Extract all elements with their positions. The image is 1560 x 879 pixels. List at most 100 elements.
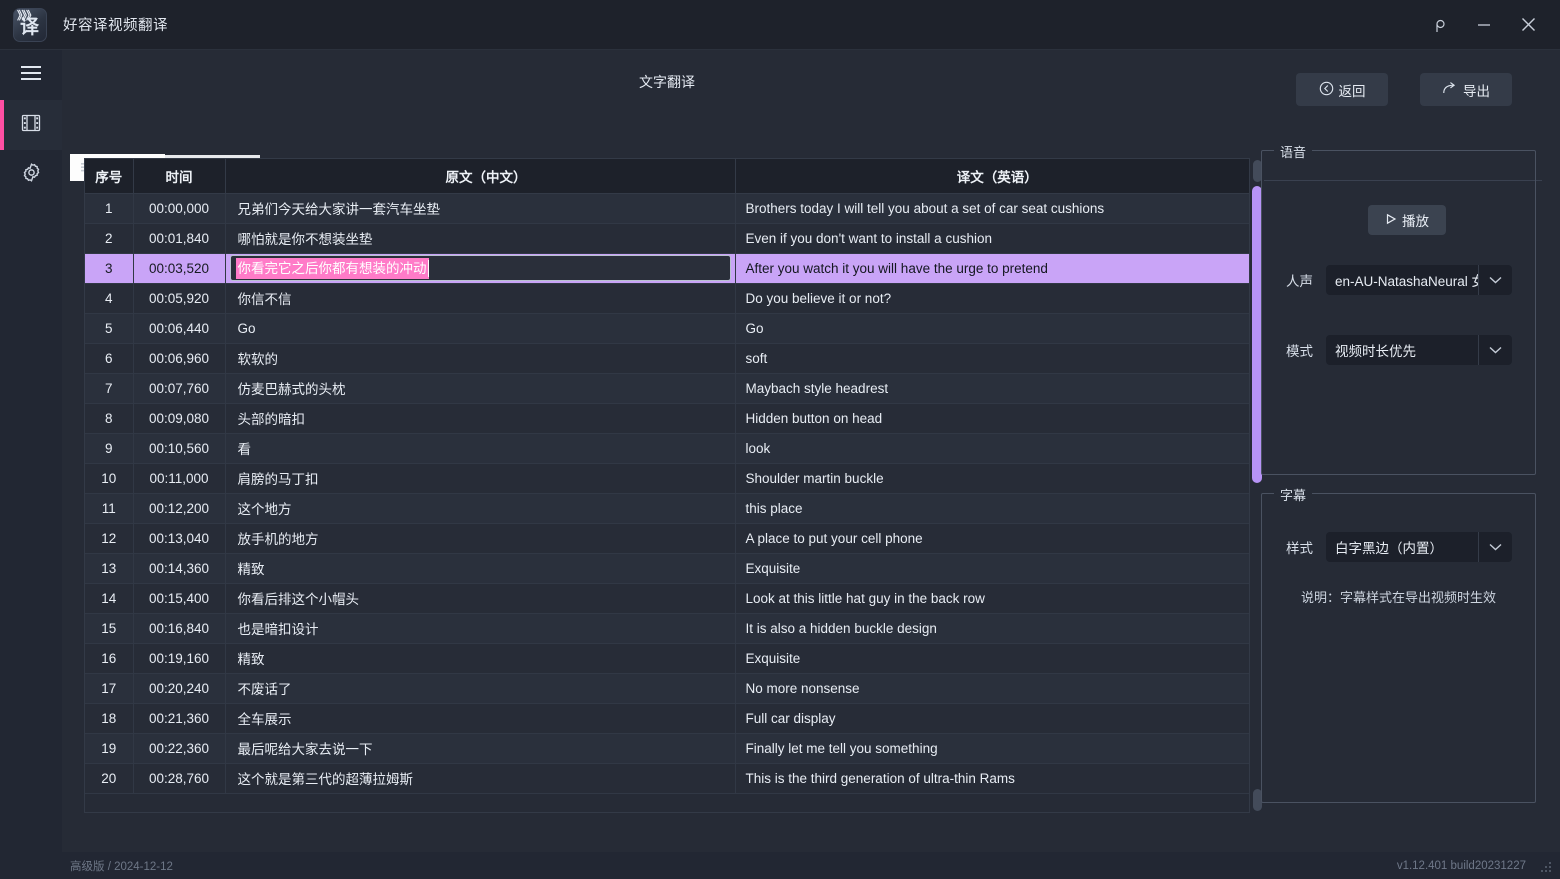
col-header-translation[interactable]: 译文（英语）: [735, 159, 1249, 193]
cell-source[interactable]: 不废话了: [225, 673, 735, 703]
cell-time: 00:28,760: [133, 763, 225, 793]
cell-source[interactable]: 这个地方: [225, 493, 735, 523]
cell-index: 9: [85, 433, 133, 463]
cell-translation[interactable]: This is the third generation of ultra-th…: [735, 763, 1249, 793]
cell-source[interactable]: 最后呢给大家去说一下: [225, 733, 735, 763]
table-row[interactable]: 800:09,080头部的暗扣Hidden button on head: [85, 403, 1249, 433]
table-row[interactable]: 1900:22,360最后呢给大家去说一下Finally let me tell…: [85, 733, 1249, 763]
cell-source[interactable]: 肩膀的马丁扣: [225, 463, 735, 493]
cell-source[interactable]: 看: [225, 433, 735, 463]
mode-select[interactable]: 视频时长优先: [1326, 335, 1512, 365]
cell-translation[interactable]: Brothers today I will tell you about a s…: [735, 193, 1249, 223]
back-button[interactable]: 返回: [1296, 73, 1388, 106]
sidebar-item-menu[interactable]: [0, 50, 62, 100]
cell-time: 00:05,920: [133, 283, 225, 313]
source-text-editor[interactable]: 你看完它之后你都有想装的冲动: [230, 255, 731, 281]
cell-source[interactable]: 仿麦巴赫式的头枕: [225, 373, 735, 403]
table-row[interactable]: 100:00,000兄弟们今天给大家讲一套汽车坐垫Brothers today …: [85, 193, 1249, 223]
table-row[interactable]: 1400:15,400你看后排这个小帽头Look at this little …: [85, 583, 1249, 613]
table-row[interactable]: 700:07,760仿麦巴赫式的头枕Maybach style headrest: [85, 373, 1249, 403]
cell-translation[interactable]: A place to put your cell phone: [735, 523, 1249, 553]
table-row[interactable]: 1000:11,000肩膀的马丁扣Shoulder martin buckle: [85, 463, 1249, 493]
cell-source[interactable]: 精致: [225, 643, 735, 673]
cell-translation[interactable]: After you watch it you will have the urg…: [735, 253, 1249, 283]
table-row[interactable]: 1200:13,040放手机的地方A place to put your cel…: [85, 523, 1249, 553]
table-row[interactable]: 400:05,920你信不信Do you believe it or not?: [85, 283, 1249, 313]
table-row[interactable]: 1100:12,200这个地方this place: [85, 493, 1249, 523]
table-row[interactable]: 1800:21,360全车展示Full car display: [85, 703, 1249, 733]
cell-index: 15: [85, 613, 133, 643]
cell-time: 00:03,520: [133, 253, 225, 283]
minimize-icon[interactable]: [1462, 5, 1506, 45]
play-button[interactable]: 播放: [1368, 205, 1446, 235]
mode-select-value: 视频时长优先: [1326, 340, 1478, 360]
cell-source[interactable]: 哪怕就是你不想装坐垫: [225, 223, 735, 253]
voice-select[interactable]: en-AU-NatashaNeural 女: [1326, 265, 1512, 295]
table-row[interactable]: 500:06,440GoGo: [85, 313, 1249, 343]
style-field-row: 样式 白字黑边（内置）: [1286, 532, 1512, 562]
table-row[interactable]: 200:01,840哪怕就是你不想装坐垫Even if you don't wa…: [85, 223, 1249, 253]
export-button[interactable]: 导出: [1420, 73, 1512, 106]
cell-translation[interactable]: Exquisite: [735, 643, 1249, 673]
cell-time: 00:13,040: [133, 523, 225, 553]
table-row[interactable]: 1500:16,840也是暗扣设计It is also a hidden buc…: [85, 613, 1249, 643]
cell-translation[interactable]: Even if you don't want to install a cush…: [735, 223, 1249, 253]
cell-source[interactable]: 兄弟们今天给大家讲一套汽车坐垫: [225, 193, 735, 223]
cell-source[interactable]: Go: [225, 313, 735, 343]
cell-translation[interactable]: Exquisite: [735, 553, 1249, 583]
cell-time: 00:22,360: [133, 733, 225, 763]
col-header-index[interactable]: 序号: [85, 159, 133, 193]
table-row[interactable]: 900:10,560看look: [85, 433, 1249, 463]
cell-time: 00:06,440: [133, 313, 225, 343]
cell-time: 00:12,200: [133, 493, 225, 523]
close-icon[interactable]: [1506, 5, 1550, 45]
cell-time: 00:10,560: [133, 433, 225, 463]
sidebar-item-settings[interactable]: [0, 150, 62, 200]
cell-translation[interactable]: No more nonsense: [735, 673, 1249, 703]
cell-source[interactable]: 你看完它之后你都有想装的冲动: [225, 253, 735, 283]
cell-translation[interactable]: It is also a hidden buckle design: [735, 613, 1249, 643]
cell-source[interactable]: 精致: [225, 553, 735, 583]
help-icon[interactable]: [1418, 5, 1462, 45]
cell-source[interactable]: 这个就是第三代的超薄拉姆斯: [225, 763, 735, 793]
cell-source[interactable]: 你信不信: [225, 283, 735, 313]
sidebar-item-video[interactable]: [0, 100, 62, 150]
cell-translation[interactable]: Full car display: [735, 703, 1249, 733]
cell-translation[interactable]: Shoulder martin buckle: [735, 463, 1249, 493]
table-row[interactable]: 1600:19,160精致Exquisite: [85, 643, 1249, 673]
cell-translation[interactable]: this place: [735, 493, 1249, 523]
cell-index: 17: [85, 673, 133, 703]
cell-index: 16: [85, 643, 133, 673]
table-header-row: 序号 时间 原文（中文） 译文（英语）: [85, 159, 1249, 193]
cell-translation[interactable]: soft: [735, 343, 1249, 373]
subtitle-table: 序号 时间 原文（中文） 译文（英语） 100:00,000兄弟们今天给大家讲一…: [84, 158, 1250, 813]
cell-source[interactable]: 头部的暗扣: [225, 403, 735, 433]
cell-source[interactable]: 软软的: [225, 343, 735, 373]
cell-source[interactable]: 你看后排这个小帽头: [225, 583, 735, 613]
table-row[interactable]: 1300:14,360精致Exquisite: [85, 553, 1249, 583]
cell-time: 00:19,160: [133, 643, 225, 673]
resize-grip-icon[interactable]: [1541, 862, 1553, 874]
table-row[interactable]: 300:03,520你看完它之后你都有想装的冲动After you watch …: [85, 253, 1249, 283]
back-button-label: 返回: [1339, 80, 1366, 100]
cell-translation[interactable]: Do you believe it or not?: [735, 283, 1249, 313]
table-row[interactable]: 600:06,960软软的soft: [85, 343, 1249, 373]
table-row[interactable]: 1700:20,240不废话了No more nonsense: [85, 673, 1249, 703]
cell-translation[interactable]: Maybach style headrest: [735, 373, 1249, 403]
cell-translation[interactable]: Look at this little hat guy in the back …: [735, 583, 1249, 613]
cell-translation[interactable]: look: [735, 433, 1249, 463]
col-header-source[interactable]: 原文（中文）: [225, 159, 735, 193]
version-label: v1.12.401 build20231227: [1397, 860, 1526, 872]
subtitle-style-select[interactable]: 白字黑边（内置）: [1326, 532, 1512, 562]
cell-source[interactable]: 也是暗扣设计: [225, 613, 735, 643]
cell-translation[interactable]: Hidden button on head: [735, 403, 1249, 433]
table-row[interactable]: 2000:28,760这个就是第三代的超薄拉姆斯This is the thir…: [85, 763, 1249, 793]
cell-translation[interactable]: Finally let me tell you something: [735, 733, 1249, 763]
voice-select-value: en-AU-NatashaNeural 女: [1326, 270, 1478, 290]
header-actions: 返回 导出: [1296, 73, 1512, 106]
cell-source[interactable]: 全车展示: [225, 703, 735, 733]
voice-panel: 语音 播放 人声 en-AU-NatashaNeural 女: [1261, 150, 1536, 475]
cell-source[interactable]: 放手机的地方: [225, 523, 735, 553]
cell-translation[interactable]: Go: [735, 313, 1249, 343]
col-header-time[interactable]: 时间: [133, 159, 225, 193]
